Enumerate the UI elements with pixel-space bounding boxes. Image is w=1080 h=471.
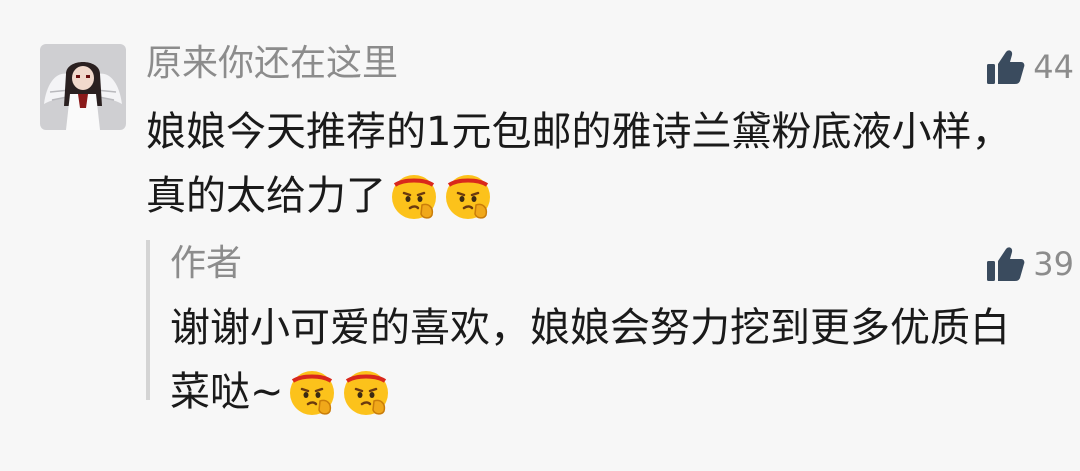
avatar[interactable] — [40, 44, 126, 130]
comment-body: 娘娘今天推荐的1元包邮的雅诗兰黛粉底液小样，真的太给力了 — [146, 109, 1012, 219]
saluting-face-emoji — [340, 365, 392, 417]
reply-author: 作者 — [170, 243, 243, 284]
comment-text: 娘娘今天推荐的1元包邮的雅诗兰黛粉底液小样，真的太给力了 — [146, 100, 1026, 228]
reply-like-button[interactable]: 39 — [985, 243, 1074, 285]
author-reply: 作者 谢谢小可爱的喜欢，娘娘会努力挖到更多优质白菜哒~ — [146, 240, 1030, 415]
saluting-face-emoji — [286, 365, 338, 417]
reply-text: 谢谢小可爱的喜欢，娘娘会努力挖到更多优质白菜哒~ — [170, 296, 1010, 424]
thumbs-up-icon — [985, 243, 1027, 285]
comment-like-button[interactable]: 44 — [985, 46, 1074, 88]
comment-username[interactable]: 原来你还在这里 — [146, 40, 398, 88]
avatar-image — [40, 44, 126, 130]
reply-like-count: 39 — [1033, 245, 1074, 283]
saluting-face-emoji — [442, 169, 494, 221]
saluting-face-emoji — [388, 169, 440, 221]
thumbs-up-icon — [985, 46, 1027, 88]
comment-like-count: 44 — [1033, 48, 1074, 86]
